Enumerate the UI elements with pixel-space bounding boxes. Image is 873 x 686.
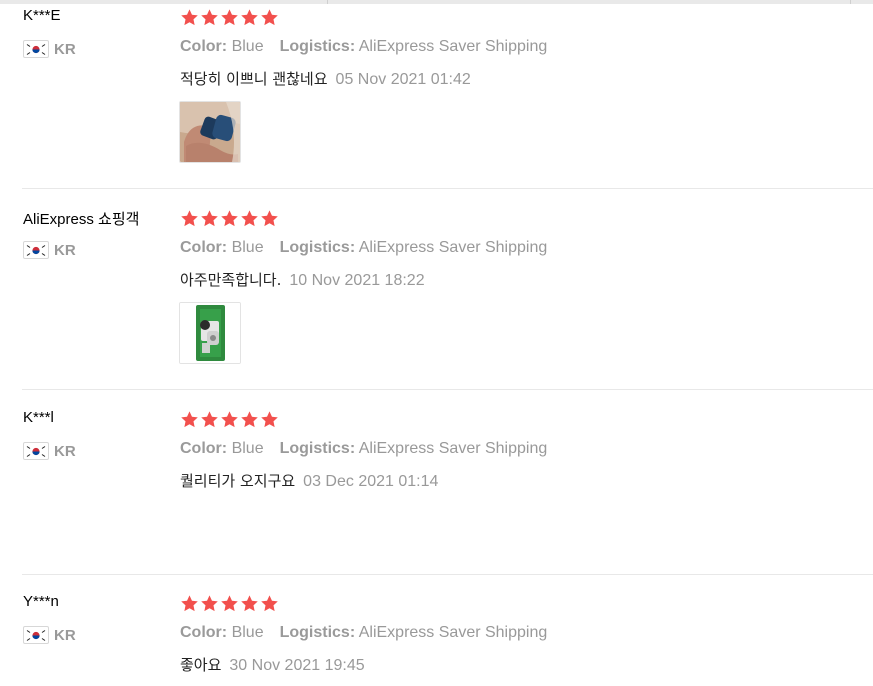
review-divider <box>22 389 873 390</box>
star-icon <box>241 210 258 227</box>
star-icon <box>201 9 218 26</box>
review-date: 30 Nov 2021 19:45 <box>229 657 365 674</box>
country-code: KR <box>54 626 76 644</box>
star-rating <box>180 8 279 27</box>
star-icon <box>181 595 198 612</box>
logistics-label: Logistics: <box>279 38 356 55</box>
review-content: 좋아요 30 Nov 2021 19:45 <box>180 654 365 675</box>
reviewer-country: KR <box>23 625 76 645</box>
south-korea-flag-icon <box>23 626 49 644</box>
star-icon <box>221 595 238 612</box>
review-attributes: Color: Blue Logistics: AliExpress Saver S… <box>180 38 547 56</box>
logistics-value: AliExpress Saver Shipping <box>358 239 548 256</box>
reviewer-name: Y***n <box>23 593 59 610</box>
star-rating <box>180 594 279 613</box>
star-icon <box>221 9 238 26</box>
review-text: 퀄리티가 오지구요 <box>180 472 296 490</box>
country-code: KR <box>54 241 76 259</box>
star-icon <box>261 595 278 612</box>
logistics-value: AliExpress Saver Shipping <box>358 440 548 457</box>
country-code: KR <box>54 442 76 460</box>
reviewer-country: KR <box>23 39 76 59</box>
review-photo-thumbnail[interactable] <box>179 101 241 163</box>
reviewer-country: KR <box>23 240 76 260</box>
star-icon <box>221 210 238 227</box>
star-icon <box>181 9 198 26</box>
star-rating <box>180 209 279 228</box>
star-icon <box>261 210 278 227</box>
review-attributes: Color: Blue Logistics: AliExpress Saver S… <box>180 440 547 458</box>
star-icon <box>201 210 218 227</box>
color-label: Color: <box>180 624 228 641</box>
star-icon <box>201 595 218 612</box>
review-content: 적당히 이쁘니 괜찮네요 05 Nov 2021 01:42 <box>180 68 471 89</box>
star-rating <box>180 410 279 429</box>
star-icon <box>221 411 238 428</box>
review-attributes: Color: Blue Logistics: AliExpress Saver S… <box>180 239 547 257</box>
reviewer-name: K***E <box>23 7 61 24</box>
color-value: Blue <box>231 38 264 55</box>
reviewer-country: KR <box>23 441 76 461</box>
color-label: Color: <box>180 239 228 256</box>
color-value: Blue <box>231 239 264 256</box>
review-divider <box>22 188 873 189</box>
south-korea-flag-icon <box>23 40 49 58</box>
reviewer-name: K***l <box>23 409 54 426</box>
review-attributes: Color: Blue Logistics: AliExpress Saver S… <box>180 624 547 642</box>
star-icon <box>181 411 198 428</box>
reviewer-name: AliExpress 쇼핑객 <box>23 211 140 228</box>
star-icon <box>181 210 198 227</box>
logistics-value: AliExpress Saver Shipping <box>358 624 548 641</box>
review-item: K***l KR Color: Blue Logistics: AliExpres… <box>0 402 873 574</box>
star-icon <box>201 411 218 428</box>
logistics-label: Logistics: <box>279 624 356 641</box>
south-korea-flag-icon <box>23 442 49 460</box>
review-date: 10 Nov 2021 18:22 <box>289 272 425 289</box>
star-icon <box>241 9 258 26</box>
south-korea-flag-icon <box>23 241 49 259</box>
review-photo-thumbnail[interactable] <box>179 302 241 364</box>
logistics-label: Logistics: <box>279 239 356 256</box>
review-text: 좋아요 <box>180 656 222 674</box>
review-content: 퀄리티가 오지구요 03 Dec 2021 01:14 <box>180 470 438 491</box>
logistics-label: Logistics: <box>279 440 356 457</box>
review-item: K***E KR Color: Blue Logistics: AliExpres… <box>0 0 873 188</box>
review-text: 적당히 이쁘니 괜찮네요 <box>180 70 328 88</box>
review-date: 05 Nov 2021 01:42 <box>335 71 471 88</box>
star-icon <box>261 9 278 26</box>
color-label: Color: <box>180 440 228 457</box>
review-divider <box>22 574 873 575</box>
color-label: Color: <box>180 38 228 55</box>
color-value: Blue <box>231 624 264 641</box>
star-icon <box>241 411 258 428</box>
star-icon <box>241 595 258 612</box>
review-item: Y***n KR Color: Blue Logistics: AliExpres… <box>0 586 873 686</box>
review-text: 아주만족합니다. <box>180 271 282 289</box>
logistics-value: AliExpress Saver Shipping <box>358 38 548 55</box>
review-item: AliExpress 쇼핑객 KR Color: Blue Logistics: … <box>0 201 873 389</box>
color-value: Blue <box>231 440 264 457</box>
review-content: 아주만족합니다. 10 Nov 2021 18:22 <box>180 269 425 290</box>
country-code: KR <box>54 40 76 58</box>
star-icon <box>261 411 278 428</box>
review-date: 03 Dec 2021 01:14 <box>303 473 439 490</box>
